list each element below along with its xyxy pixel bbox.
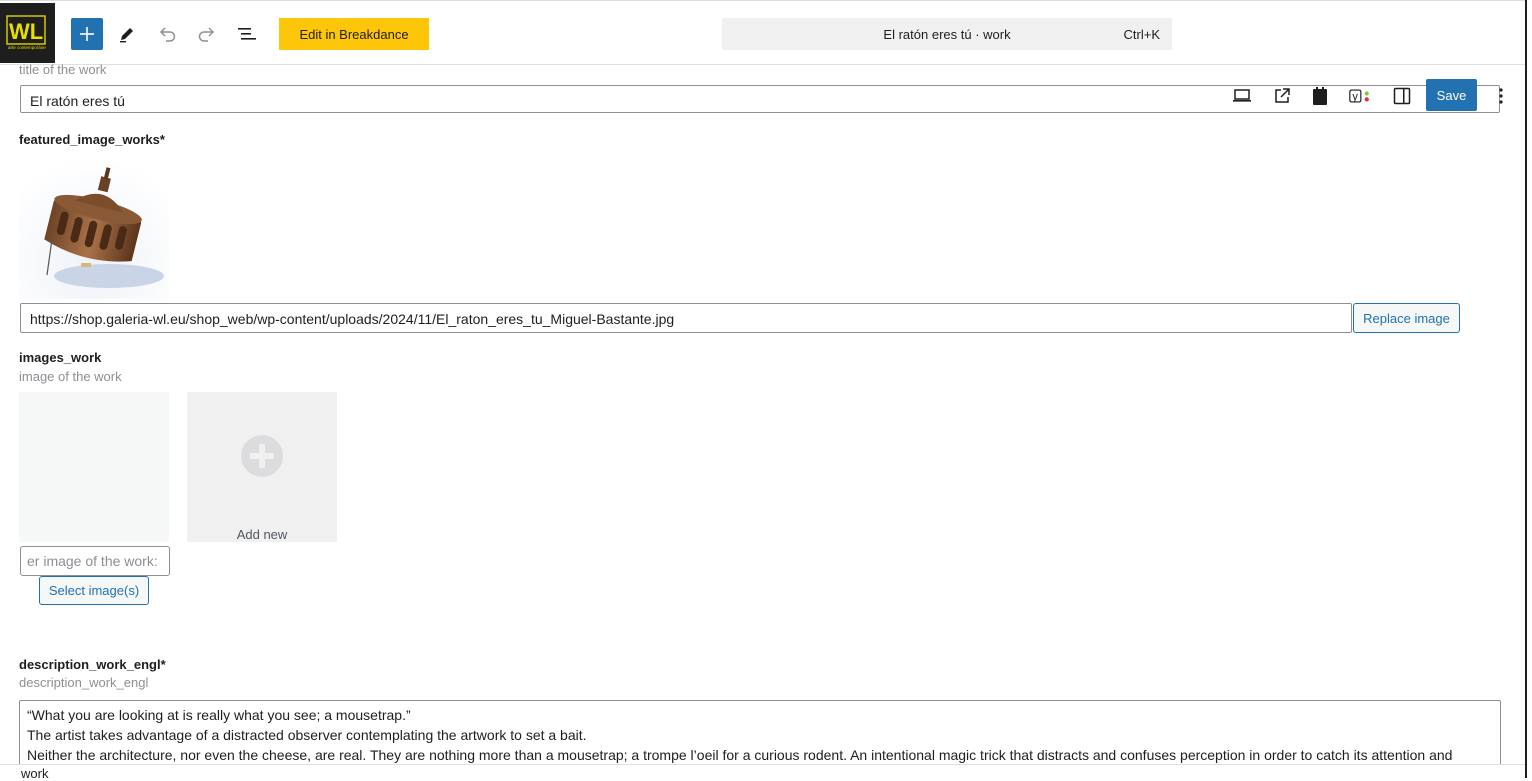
undo-button[interactable] — [156, 23, 178, 45]
clipboard-icon — [1313, 87, 1327, 105]
save-button[interactable]: Save — [1426, 79, 1477, 111]
image-caption-input[interactable]: :er image of the work — [20, 546, 170, 576]
site-logo[interactable]: WL arte contemporáneo — [0, 3, 55, 63]
editor-header: WL arte contemporáneo Edit in Breakdance… — [0, 0, 1525, 65]
edit-in-breakdance-button[interactable]: Edit in Breakdance — [279, 18, 429, 50]
svg-text:arte contemporáneo: arte contemporáneo — [8, 45, 46, 50]
edit-tool-button[interactable] — [116, 23, 138, 45]
redo-button[interactable] — [196, 23, 218, 45]
view-post-button[interactable] — [1271, 86, 1293, 106]
plugin-button[interactable] — [1309, 86, 1331, 106]
settings-sidebar-toggle[interactable] — [1391, 86, 1413, 106]
desktop-icon — [1233, 89, 1251, 102]
footer-breadcrumb[interactable]: work — [21, 766, 48, 781]
block-inserter-button[interactable] — [71, 18, 103, 50]
image-caption-placeholder: :er image of the work — [27, 553, 158, 569]
replace-image-button[interactable]: Replace image — [1353, 303, 1460, 333]
window-edge — [1525, 0, 1532, 778]
yoast-icon: y — [1349, 89, 1369, 103]
plus-icon — [80, 27, 94, 41]
add-circle-icon — [241, 435, 283, 477]
description-line: “What you are looking at is really what … — [27, 707, 411, 723]
pencil-icon — [120, 28, 133, 43]
editor-footer: work — [0, 764, 1525, 781]
artwork-thumbnail — [19, 151, 169, 299]
document-overview-button[interactable] — [236, 23, 258, 45]
command-palette-button[interactable]: El ratón eres tú · work Ctrl+K — [722, 18, 1172, 50]
svg-text:WL: WL — [9, 19, 43, 44]
featured-image-url-input[interactable]: https://shop.galeria-wl.eu/shop_web/wp-c… — [20, 303, 1352, 333]
images-work-label: images_work — [19, 350, 102, 365]
yoast-seo-button[interactable]: y — [1349, 86, 1371, 106]
preview-button[interactable] — [1231, 86, 1253, 106]
external-link-icon — [1275, 88, 1290, 103]
description-label: description_work_engl* — [19, 657, 166, 672]
add-new-image-tile[interactable]: Add new — [187, 392, 337, 542]
description-line: The artist takes advantage of a distract… — [27, 727, 587, 743]
svg-text:y: y — [1352, 91, 1358, 103]
featured-image-label: featured_image_works* — [19, 132, 165, 147]
list-view-icon — [238, 28, 256, 40]
add-new-label: Add new — [236, 527, 288, 542]
images-work-description: image of the work — [19, 369, 122, 384]
more-vertical-icon — [1499, 88, 1503, 104]
document-title: El ratón eres tú · work — [883, 27, 1011, 42]
sidebar-icon — [1393, 87, 1411, 105]
options-button[interactable] — [1491, 86, 1511, 106]
description-help: description_work_engl — [19, 675, 149, 690]
select-images-button[interactable]: Select image(s) — [39, 576, 149, 605]
image-slot-empty[interactable] — [19, 392, 169, 542]
description-line: Neither the architecture, nor even the c… — [27, 747, 1453, 763]
wl-logo-icon: WL arte contemporáneo — [6, 15, 46, 51]
redo-icon — [198, 27, 215, 42]
featured-image-preview[interactable] — [19, 151, 169, 299]
undo-icon — [159, 27, 176, 42]
shortcut-hint: Ctrl+K — [1123, 27, 1160, 42]
title-description: title of the work — [19, 62, 107, 77]
